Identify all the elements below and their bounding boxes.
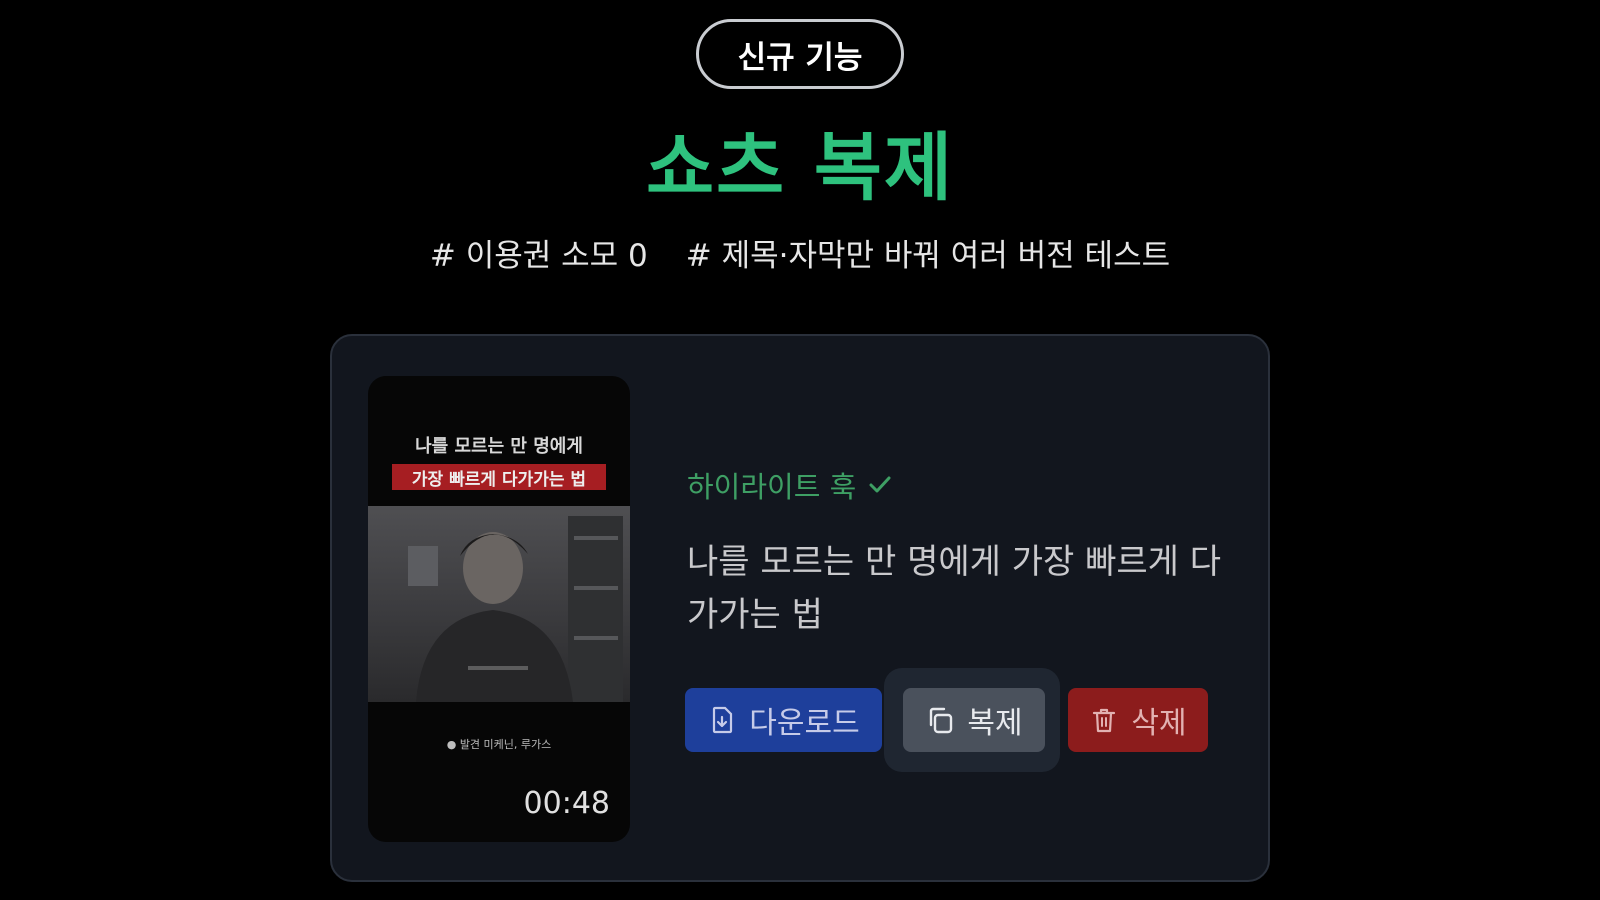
page-title: 쇼츠 복제 [645, 125, 955, 211]
thumbnail-note: ● 발견 미케닌, 루가스 [446, 738, 552, 751]
thumbnail-video-frame [368, 506, 630, 702]
person-figure-image [408, 516, 623, 702]
copy-icon [930, 707, 953, 734]
download-button[interactable]: 다운로드 [685, 688, 882, 752]
duplicate-button-label: 복제 [967, 706, 1023, 741]
thumbnail-caption-line2: 가장 빠르게 다가가는 법 [392, 464, 606, 490]
tag-version-test: # 제목·자막만 바꿔 여러 버전 테스트 [685, 238, 1171, 274]
clip-title: 나를 모르는 만 명에게 가장 빠르게 다가가는 법 [687, 542, 1222, 635]
thumbnail-caption-line1: 나를 모르는 만 명에게 [415, 436, 583, 457]
delete-button-label: 삭제 [1131, 706, 1187, 741]
trash-icon [1093, 708, 1116, 733]
check-icon [869, 476, 891, 493]
duplicate-button[interactable]: 복제 [903, 688, 1045, 752]
hook-label-row: 하이라이트 훅 [687, 464, 894, 506]
delete-button[interactable]: 삭제 [1068, 688, 1208, 752]
hook-label: 하이라이트 훅 [687, 470, 857, 504]
file-download-icon [713, 706, 733, 734]
download-button-label: 다운로드 [749, 706, 860, 741]
video-duration: 00:48 [523, 786, 610, 821]
new-feature-badge: 신규 기능 [696, 19, 904, 89]
shorts-thumbnail[interactable]: 나를 모르는 만 명에게 가장 빠르게 다가가는 법 ● 발견 미케닌, 루가스… [368, 376, 630, 842]
shorts-card: 나를 모르는 만 명에게 가장 빠르게 다가가는 법 ● 발견 미케닌, 루가스… [330, 334, 1270, 882]
feature-tags: # 이용권 소모 0 # 제목·자막만 바꿔 여러 버전 테스트 [0, 230, 1600, 275]
tag-no-credit: # 이용권 소모 0 [429, 238, 648, 274]
